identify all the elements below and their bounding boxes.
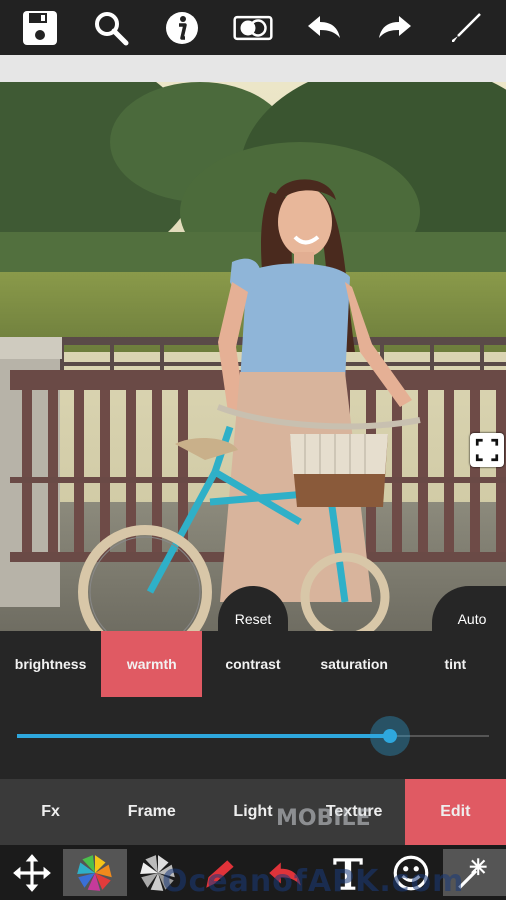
tab-tint[interactable]: tint xyxy=(405,631,506,697)
search-icon xyxy=(94,11,129,45)
bottom-toolbar xyxy=(0,845,506,900)
slider-track[interactable] xyxy=(17,716,489,756)
brush-button[interactable] xyxy=(438,3,494,53)
photo-canvas[interactable] xyxy=(0,82,506,631)
slider-thumb[interactable] xyxy=(369,716,410,756)
tab-contrast[interactable]: contrast xyxy=(202,631,303,697)
redo-icon xyxy=(379,15,412,38)
info-icon xyxy=(165,11,198,44)
tab-saturation[interactable]: saturation xyxy=(304,631,405,697)
save-icon xyxy=(22,10,57,45)
mode-tabs: Fx Frame Light Texture Edit xyxy=(0,779,506,845)
tab-warmth[interactable]: warmth xyxy=(101,631,203,697)
zoom-button[interactable] xyxy=(83,3,139,53)
effects-tool-button[interactable] xyxy=(63,849,127,896)
redo-button[interactable] xyxy=(367,3,423,53)
color-flower-icon xyxy=(77,854,112,891)
tab-brightness[interactable]: brightness xyxy=(0,631,101,697)
slider-panel xyxy=(0,697,506,779)
photo-image xyxy=(0,82,506,631)
save-button[interactable] xyxy=(12,3,68,53)
undo-icon xyxy=(308,15,341,38)
paint-tool-button[interactable] xyxy=(190,845,253,900)
slider-fill xyxy=(17,734,390,738)
move-icon xyxy=(12,853,51,892)
text-tool-button[interactable] xyxy=(316,845,379,900)
move-tool-button[interactable] xyxy=(0,845,63,900)
sparkle-brush-icon xyxy=(458,857,487,889)
undo-button[interactable] xyxy=(296,3,352,53)
gray-flower-icon xyxy=(140,854,175,891)
top-strip xyxy=(0,55,506,82)
info-button[interactable] xyxy=(154,3,210,53)
compare-button[interactable] xyxy=(225,3,281,53)
adjustment-tabs: brightness warmth contrast saturation ti… xyxy=(0,631,506,697)
gray-effects-tool-button[interactable] xyxy=(127,845,190,900)
fullscreen-button[interactable] xyxy=(470,433,504,467)
slider-thumb-dot xyxy=(382,729,397,743)
red-brush-icon xyxy=(206,859,234,888)
magic-tool-button[interactable] xyxy=(442,849,506,896)
expand-icon xyxy=(475,438,499,462)
sticker-tool-button[interactable] xyxy=(380,845,443,900)
compare-icon xyxy=(233,15,273,40)
brush-icon xyxy=(452,12,482,42)
red-undo-brush-icon xyxy=(268,862,301,886)
tab-texture[interactable]: Texture xyxy=(304,779,405,845)
tab-edit[interactable]: Edit xyxy=(404,779,506,845)
top-toolbar xyxy=(0,0,506,55)
text-icon xyxy=(333,857,363,890)
tab-fx[interactable]: Fx xyxy=(0,779,101,845)
undo-paint-tool-button[interactable] xyxy=(253,845,316,900)
smiley-icon xyxy=(393,855,429,890)
tab-frame[interactable]: Frame xyxy=(101,779,202,845)
tab-light[interactable]: Light xyxy=(202,779,303,845)
